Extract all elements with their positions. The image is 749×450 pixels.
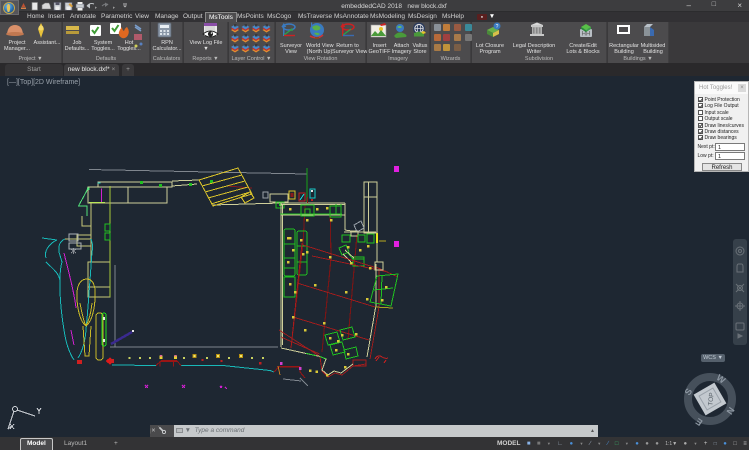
svg-text:HH: HH <box>582 32 591 38</box>
svg-text:?: ? <box>496 24 499 30</box>
svg-text:TOP: TOP <box>707 392 715 406</box>
